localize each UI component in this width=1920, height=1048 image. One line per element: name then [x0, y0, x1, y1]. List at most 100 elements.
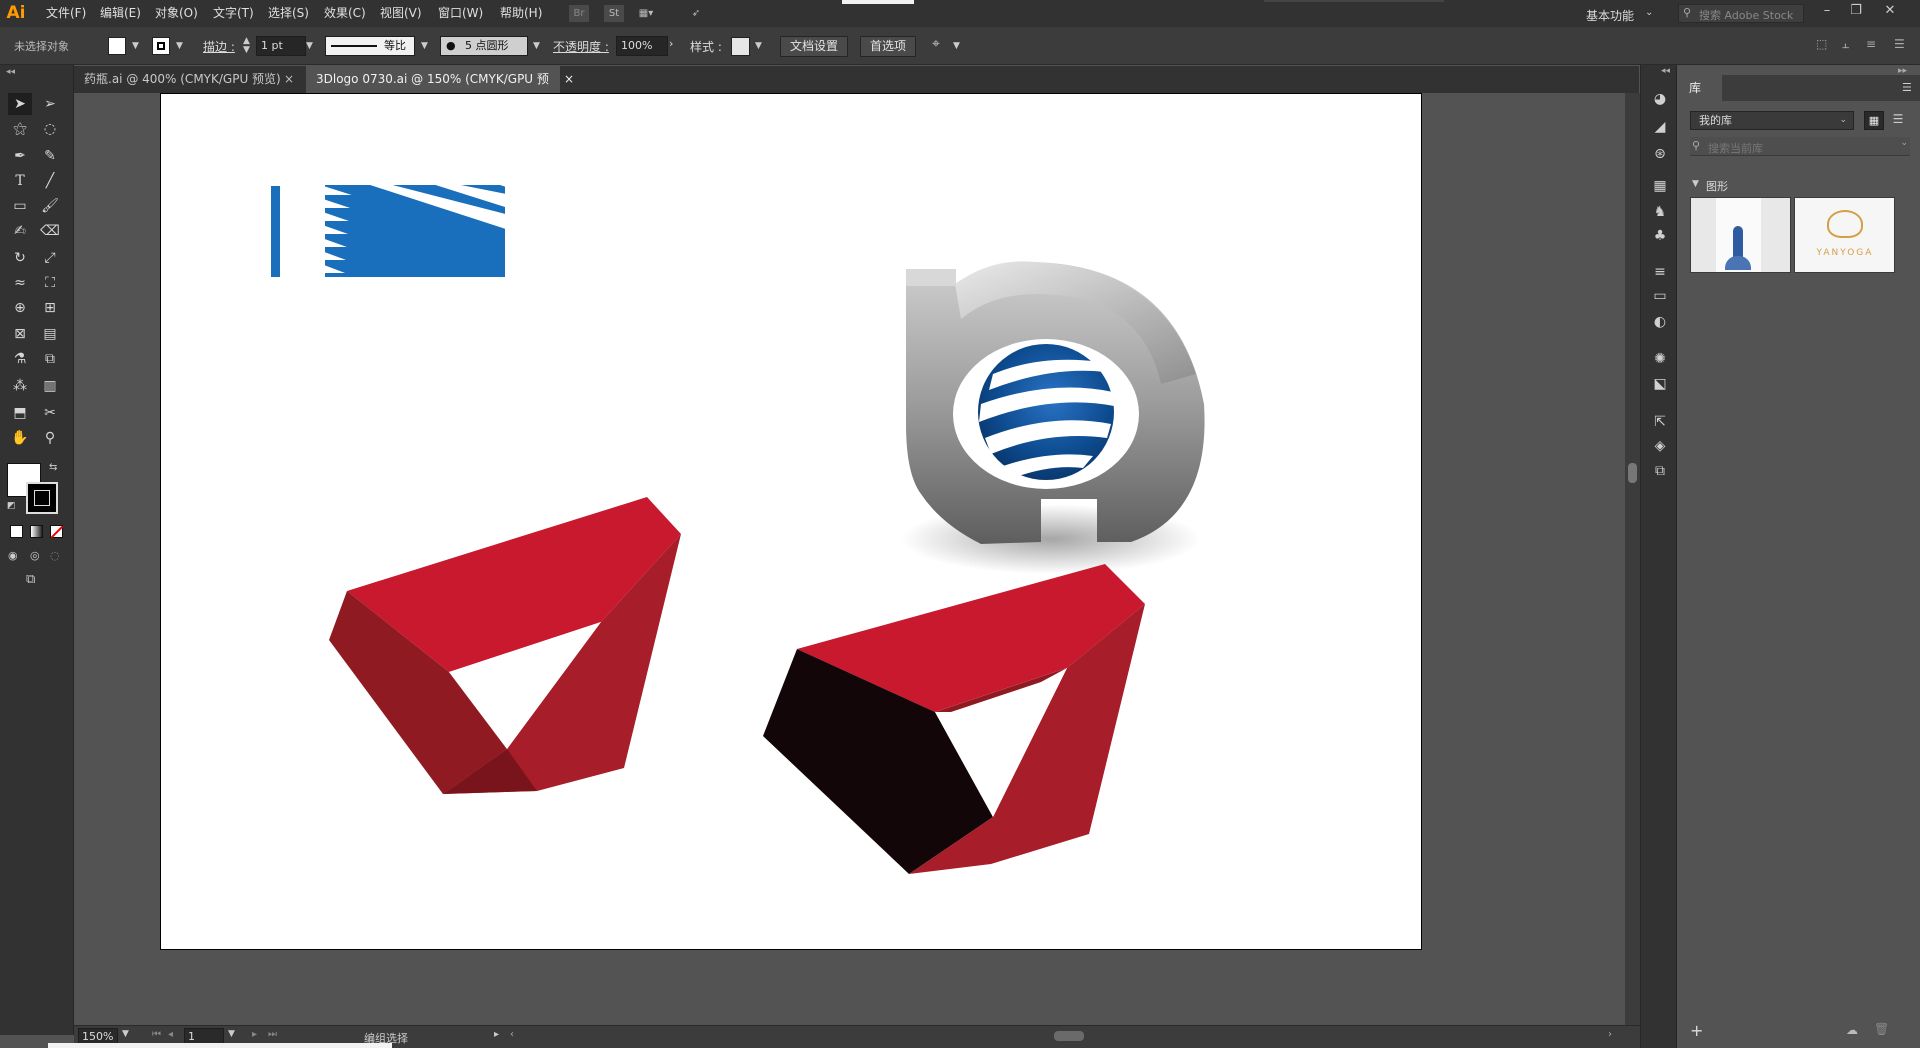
menu-object[interactable]: 对象(O) — [155, 0, 198, 27]
library-dropdown[interactable]: 我的库 ⌄ — [1690, 111, 1854, 130]
swatches-icon[interactable]: ▦ — [1650, 177, 1670, 195]
shaper-tool-icon[interactable]: ✍ — [8, 220, 32, 242]
style-swatch[interactable] — [731, 37, 750, 56]
add-content-icon[interactable]: + — [1690, 1021, 1703, 1040]
stroke-profile-dropdown[interactable]: 等比 — [325, 36, 415, 56]
trash-icon[interactable]: 🗑 — [1874, 1022, 1889, 1036]
menu-select[interactable]: 选择(S) — [268, 0, 309, 27]
menu-help[interactable]: 帮助(H) — [500, 0, 542, 27]
selection-tool-icon[interactable]: ➤ — [8, 93, 32, 115]
libraries-tab[interactable]: 库 — [1678, 75, 1722, 101]
close-tab-icon[interactable]: × — [284, 72, 294, 86]
pen-tool-icon[interactable]: ✒ — [8, 145, 32, 167]
opacity-field[interactable]: 100% — [616, 36, 668, 56]
menu-window[interactable]: 窗口(W) — [438, 0, 483, 27]
artboards-icon[interactable]: ⧉ — [1650, 462, 1670, 480]
menu-file[interactable]: 文件(F) — [46, 0, 86, 27]
fill-swatch[interactable] — [108, 37, 126, 55]
eraser-icon[interactable]: ⌫ — [38, 220, 62, 242]
lasso-icon[interactable]: ◌ — [38, 118, 62, 140]
library-search-input[interactable]: ⚲ 搜索当前库 ⌄ — [1690, 137, 1910, 156]
menu-effect[interactable]: 效果(C) — [324, 0, 366, 27]
gradient-tool-icon[interactable]: ▤ — [38, 323, 62, 345]
swap-colors-icon[interactable]: ⇆ — [49, 462, 57, 473]
graphic-styles-icon[interactable]: ⬕ — [1650, 375, 1670, 393]
fill-chevron-icon[interactable]: ▼ — [132, 41, 139, 51]
type-tool-icon[interactable]: T — [8, 170, 32, 192]
stroke-stepper-icon[interactable]: ▲ ▼ — [243, 37, 250, 55]
status-arrow-icon[interactable]: ▸ — [494, 1029, 499, 1040]
close-window-icon[interactable]: ✕ — [1876, 0, 1904, 22]
zoom-tool-icon[interactable]: ⚲ — [38, 427, 62, 449]
stroke-swatch[interactable] — [152, 37, 170, 55]
tab-yaoping[interactable]: 药瓶.ai @ 400% (CMYK/GPU 预览) — [74, 66, 302, 93]
eyedropper-icon[interactable]: ⚗ — [8, 348, 32, 370]
color-guide-icon[interactable]: ◕ — [1650, 90, 1670, 108]
stroke-panel-icon[interactable]: ≡ — [1650, 263, 1670, 281]
perspective-grid-icon[interactable]: ⊞ — [38, 297, 62, 319]
panel-menu-icon[interactable]: ☰ — [1894, 37, 1905, 51]
brushes-icon[interactable]: ◢ — [1650, 118, 1670, 136]
brush-dropdown[interactable]: ● 5 点圆形 — [440, 36, 528, 56]
menu-view[interactable]: 视图(V) — [380, 0, 422, 27]
align-panel-icon[interactable]: ⫠ — [1842, 37, 1849, 52]
preferences-button[interactable]: 首选项 — [860, 36, 916, 57]
default-colors-icon[interactable]: ◩ — [7, 501, 16, 511]
vertical-scrollbar[interactable] — [1625, 93, 1640, 1025]
paintbrush-icon[interactable]: 🖌 — [38, 195, 62, 217]
warp-tool-icon[interactable]: ≈ — [8, 272, 32, 294]
symbols-icon[interactable]: ♣ — [1650, 227, 1670, 245]
workspace-switcher[interactable]: 基本功能 — [1586, 7, 1634, 24]
curvature-tool-icon[interactable]: ✎ — [38, 145, 62, 167]
previous-artboard-icon[interactable]: ◂ — [168, 1029, 173, 1040]
list-view-icon[interactable]: ☰ — [1888, 111, 1908, 130]
scroll-left-icon[interactable]: ‹ — [510, 1029, 514, 1040]
draw-inside-icon[interactable]: ◌ — [50, 549, 60, 562]
hand-tool-icon[interactable]: ✋ — [8, 427, 32, 449]
stock-icon[interactable]: St — [604, 5, 624, 22]
library-thumbnail-1[interactable] — [1690, 197, 1791, 273]
vertical-scroll-thumb[interactable] — [1628, 463, 1637, 483]
draw-normal-icon[interactable]: ◉ — [8, 549, 18, 562]
collapse-strip-icon[interactable]: ◂◂ — [1661, 66, 1670, 76]
export-icon[interactable]: ⇱ — [1650, 413, 1670, 431]
artboard-tool-icon[interactable]: ⬒ — [8, 402, 32, 424]
tab-3dlogo[interactable]: 3Dlogo 0730.ai @ 150% (CMYK/GPU 预览) — [306, 66, 560, 113]
color-mode-icon[interactable] — [10, 525, 23, 538]
stroke-label[interactable]: 描边 : — [203, 38, 235, 55]
free-transform-icon[interactable]: ⛶ — [38, 272, 62, 294]
magic-wand-icon[interactable]: ⚝ — [8, 118, 32, 140]
library-thumbnail-2[interactable]: YANYOGA — [1794, 197, 1895, 273]
next-artboard-icon[interactable]: ▸ — [252, 1029, 257, 1040]
shape-builder-icon[interactable]: ⊕ — [8, 297, 32, 319]
scroll-right-icon[interactable]: › — [1608, 1029, 1612, 1040]
transparency-icon[interactable]: ◐ — [1650, 313, 1670, 331]
arrange-documents-icon[interactable]: ▦▾ — [636, 5, 656, 22]
gradient-panel-icon[interactable]: ▭ — [1650, 287, 1670, 305]
first-artboard-icon[interactable]: ⏮ — [152, 1029, 161, 1040]
gpu-performance-icon[interactable]: ➶ — [686, 5, 706, 22]
artboard-chevron-icon[interactable]: ▼ — [228, 1029, 235, 1039]
appearance-icon[interactable]: ✺ — [1650, 350, 1670, 368]
stroke-weight-chevron-icon[interactable]: ▼ — [306, 41, 313, 51]
document-setup-button[interactable]: 文档设置 — [780, 36, 848, 57]
rotate-tool-icon[interactable]: ↻ — [8, 247, 32, 269]
transform-icon[interactable]: ⬚ — [1816, 37, 1827, 51]
stroke-weight-field[interactable]: 1 pt — [256, 36, 306, 56]
libraries-menu-icon[interactable]: ☰ — [1902, 81, 1912, 94]
canvas-area[interactable] — [74, 93, 1640, 1025]
scale-tool-icon[interactable]: ⤢ — [38, 247, 62, 269]
puppet-icon[interactable]: ♞ — [1650, 203, 1670, 221]
rectangle-tool-icon[interactable]: ▭ — [8, 195, 32, 217]
direct-selection-tool-icon[interactable]: ➢ — [38, 93, 62, 115]
last-artboard-icon[interactable]: ⏭ — [268, 1029, 277, 1040]
section-collapse-icon[interactable]: ▼ — [1692, 179, 1699, 189]
blend-tool-icon[interactable]: ⧉ — [38, 348, 62, 370]
line-tool-icon[interactable]: ╱ — [38, 170, 62, 192]
draw-behind-icon[interactable]: ◎ — [30, 549, 40, 562]
cloud-sync-icon[interactable]: ☁ — [1846, 1023, 1858, 1037]
slice-tool-icon[interactable]: ✂ — [38, 402, 62, 424]
stroke-chevron-icon[interactable]: ▼ — [176, 41, 183, 51]
mesh-tool-icon[interactable]: ⊠ — [8, 323, 32, 345]
symbol-sprayer-icon[interactable]: ⁂ — [8, 375, 32, 397]
